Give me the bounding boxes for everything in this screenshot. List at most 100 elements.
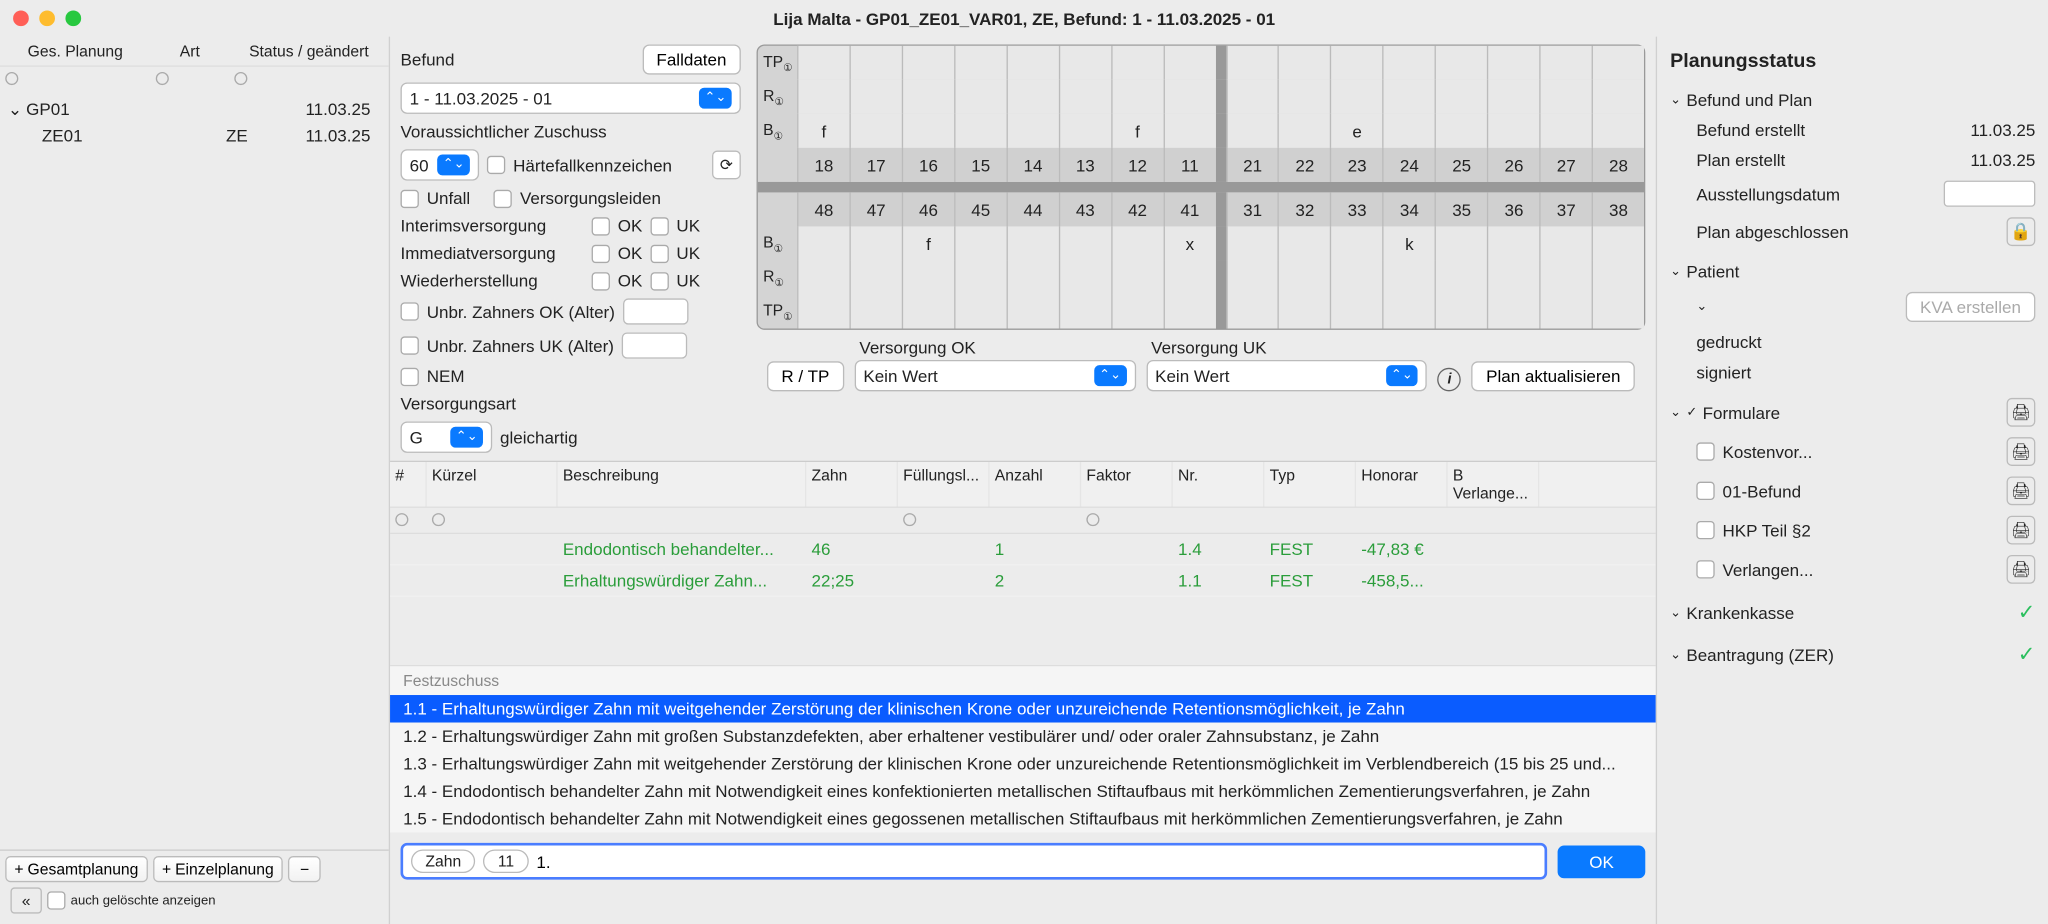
filter-circle[interactable] [5, 72, 18, 85]
tooth-cell-47[interactable]: 47 [849, 192, 901, 226]
formulare-section[interactable]: ⌄✓Formulare🖨 [1670, 393, 2035, 432]
tooth-cell-42[interactable] [1111, 260, 1163, 294]
tooth-cell-37[interactable] [1539, 295, 1591, 329]
tooth-cell-23[interactable] [1330, 46, 1382, 80]
tooth-cell-43[interactable] [1058, 260, 1110, 294]
filter-circle[interactable] [903, 513, 916, 526]
unfall-checkbox[interactable] [401, 189, 419, 207]
filter-circle[interactable] [234, 72, 247, 85]
tree-row-ze01[interactable]: ZE01 ZE 11.03.25 [8, 123, 381, 148]
tooth-cell-36[interactable] [1487, 226, 1539, 260]
tooth-cell-12[interactable]: 12 [1111, 148, 1163, 182]
tooth-cell-23[interactable]: e [1330, 114, 1382, 148]
tooth-cell-28[interactable] [1592, 46, 1644, 80]
tooth-cell-41[interactable]: 41 [1163, 192, 1215, 226]
tooth-cell-47[interactable] [849, 260, 901, 294]
unbr-ok-input[interactable] [623, 298, 688, 324]
tooth-cell-18[interactable]: 18 [797, 148, 849, 182]
tooth-cell-33[interactable] [1330, 226, 1382, 260]
beantragung-section[interactable]: ⌄Beantragung (ZER)✓ [1670, 636, 2035, 673]
refresh-button[interactable]: ⟳ [712, 151, 741, 180]
main-input-wrapper[interactable]: Zahn 11 [401, 843, 1548, 880]
tooth-cell-48[interactable] [797, 295, 849, 329]
tooth-cell-11[interactable]: 11 [1163, 148, 1215, 182]
befund-select[interactable]: 1 - 11.03.2025 - 01 ⌃⌄ [401, 82, 741, 113]
tooth-cell-48[interactable] [797, 226, 849, 260]
tooth-cell-25[interactable]: 25 [1435, 148, 1487, 182]
dropdown-item[interactable]: 1.2 - Erhaltungswürdiger Zahn mit großen… [390, 723, 1656, 750]
print-icon[interactable]: 🖨 [2007, 398, 2036, 427]
table-row[interactable]: Erhaltungswürdiger Zahn...22;2521.1FEST-… [390, 565, 1656, 596]
tooth-cell-25[interactable] [1435, 80, 1487, 114]
tooth-cell-24[interactable]: 24 [1383, 148, 1435, 182]
tooth-cell-22[interactable] [1278, 114, 1330, 148]
tooth-cell-16[interactable] [902, 114, 954, 148]
unbr-ok-checkbox[interactable] [401, 302, 419, 320]
tooth-cell-23[interactable] [1330, 80, 1382, 114]
tooth-cell-34[interactable] [1383, 295, 1435, 329]
filter-circle[interactable] [395, 513, 408, 526]
table-row[interactable]: Endodontisch behandelter...4611.4FEST-47… [390, 534, 1656, 565]
col-ges-planung[interactable]: Ges. Planung [0, 37, 151, 67]
tooth-cell-21[interactable] [1226, 114, 1278, 148]
tooth-cell-46[interactable]: 46 [902, 192, 954, 226]
hkp-checkbox[interactable] [1696, 521, 1714, 539]
tooth-cell-25[interactable] [1435, 114, 1487, 148]
haertefall-checkbox[interactable] [487, 156, 505, 174]
interim-ok-checkbox[interactable] [592, 217, 610, 235]
tooth-cell-12[interactable] [1111, 80, 1163, 114]
tooth-cell-37[interactable]: 37 [1539, 192, 1591, 226]
tooth-cell-32[interactable] [1278, 226, 1330, 260]
tooth-cell-44[interactable]: 44 [1006, 192, 1058, 226]
tooth-cell-33[interactable]: 33 [1330, 192, 1382, 226]
tooth-cell-18[interactable] [797, 80, 849, 114]
versorgungsleiden-checkbox[interactable] [494, 189, 512, 207]
tooth-cell-17[interactable] [849, 46, 901, 80]
dropdown-item[interactable]: 1.1 - Erhaltungswürdiger Zahn mit weitge… [390, 695, 1656, 722]
verlangen-checkbox[interactable] [1696, 560, 1714, 578]
befund-plan-section[interactable]: ⌄Befund und Plan [1670, 85, 2035, 115]
tooth-cell-34[interactable]: 34 [1383, 192, 1435, 226]
tooth-cell-14[interactable] [1006, 46, 1058, 80]
immediat-ok-checkbox[interactable] [592, 244, 610, 262]
wieder-uk-checkbox[interactable] [650, 272, 668, 290]
tooth-cell-28[interactable]: 28 [1592, 148, 1644, 182]
remove-button[interactable]: − [288, 856, 321, 882]
collapse-sidebar-button[interactable]: « [10, 887, 41, 913]
versorgung-uk-select[interactable]: Kein Wert ⌃⌄ [1146, 360, 1427, 391]
versorgungsart-select[interactable]: G ⌃⌄ [401, 421, 493, 452]
tooth-cell-31[interactable]: 31 [1226, 192, 1278, 226]
tooth-cell-47[interactable] [849, 226, 901, 260]
tooth-cell-26[interactable] [1487, 46, 1539, 80]
tooth-cell-41[interactable] [1163, 295, 1215, 329]
tooth-cell-48[interactable] [797, 260, 849, 294]
tooth-cell-38[interactable]: 38 [1592, 192, 1644, 226]
tooth-cell-14[interactable]: 14 [1006, 148, 1058, 182]
tooth-cell-14[interactable] [1006, 114, 1058, 148]
falldaten-button[interactable]: Falldaten [642, 45, 741, 75]
ok-button[interactable]: OK [1558, 845, 1645, 878]
add-gesamtplanung-button[interactable]: +Gesamtplanung [5, 856, 147, 882]
tooth-cell-15[interactable] [954, 80, 1006, 114]
tooth-cell-32[interactable] [1278, 260, 1330, 294]
filter-circle[interactable] [432, 513, 445, 526]
tooth-cell-11[interactable] [1163, 80, 1215, 114]
tooth-cell-44[interactable] [1006, 226, 1058, 260]
tooth-cell-15[interactable] [954, 114, 1006, 148]
tooth-cell-15[interactable]: 15 [954, 148, 1006, 182]
dropdown-item[interactable]: 1.5 - Endodontisch behandelter Zahn mit … [390, 805, 1656, 832]
tooth-cell-47[interactable] [849, 295, 901, 329]
tooth-cell-46[interactable]: f [902, 226, 954, 260]
tooth-cell-16[interactable]: 16 [902, 148, 954, 182]
print-icon[interactable]: 🖨 [2007, 555, 2036, 584]
tooth-cell-13[interactable] [1058, 46, 1110, 80]
tooth-cell-27[interactable] [1539, 114, 1591, 148]
versorgung-ok-select[interactable]: Kein Wert ⌃⌄ [854, 360, 1135, 391]
rtp-button[interactable]: R / TP [767, 361, 844, 391]
lock-icon[interactable]: 🔒 [2007, 217, 2036, 246]
tooth-cell-36[interactable] [1487, 260, 1539, 294]
ausstellungsdatum-input[interactable] [1944, 181, 2036, 207]
tooth-cell-35[interactable] [1435, 260, 1487, 294]
tooth-cell-31[interactable] [1226, 226, 1278, 260]
add-einzelplanung-button[interactable]: +Einzelplanung [153, 856, 283, 882]
